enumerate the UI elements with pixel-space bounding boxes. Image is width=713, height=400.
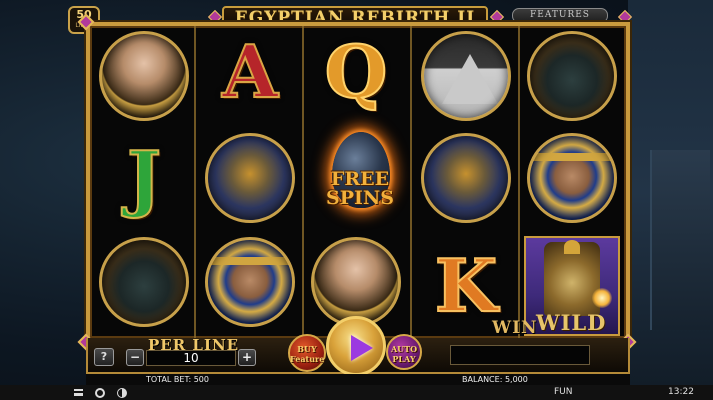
cobra-portrait [421, 133, 511, 223]
system-bar: FUN 13:22 [0, 385, 713, 400]
letter-k: K [434, 243, 499, 328]
symbol-cat [92, 232, 196, 332]
autoplay-button[interactable]: AUTO PLAY [386, 334, 422, 370]
symbol-cleopatra [92, 26, 196, 126]
menu-icon[interactable] [74, 389, 83, 396]
sound-icon[interactable] [95, 388, 105, 398]
cat-portrait [99, 237, 189, 327]
symbol-cobra [414, 128, 518, 228]
free-spins-line2: SPINS [326, 187, 394, 209]
symbol-pyramid [414, 26, 518, 126]
cleopatra-portrait [311, 237, 401, 327]
status-bar: TOTAL BET: 500 BALANCE: 5,000 [86, 374, 630, 385]
background-pillar [650, 150, 710, 330]
cleopatra-portrait [99, 31, 189, 121]
symbol-a: A [198, 22, 302, 122]
letter-a: A [221, 29, 279, 114]
cat-portrait [527, 31, 617, 121]
buy-sublabel: Feature [290, 354, 325, 364]
symbol-free-spins: FREE SPINS [308, 126, 412, 226]
play-icon [351, 335, 373, 361]
symbol-j: J [92, 128, 196, 228]
clock: 13:22 [668, 387, 694, 397]
cobra-portrait [205, 133, 295, 223]
autoplay-label: AUTO [390, 344, 418, 354]
free-spins-label: FREE SPINS [312, 170, 408, 208]
bet-decrease-button[interactable]: − [126, 349, 144, 366]
symbol-cat [520, 26, 624, 126]
win-label: WIN [492, 318, 538, 338]
letter-q: Q [324, 29, 389, 114]
mode-label: FUN [554, 387, 573, 397]
symbol-pharaoh [198, 232, 302, 332]
pyramid-portrait [421, 31, 511, 121]
mummy-icon [544, 240, 600, 316]
symbol-wild: WILD [524, 236, 620, 336]
autoplay-sublabel: PLAY [392, 354, 416, 364]
wild-label: WILD [536, 310, 607, 335]
letter-j: J [126, 135, 162, 220]
win-display [450, 345, 590, 365]
buy-feature-button[interactable]: BUY Feature [288, 334, 326, 372]
balance-text: BALANCE: 5,000 [462, 375, 528, 384]
features-button[interactable]: FEATURES [512, 8, 608, 23]
bet-increase-button[interactable]: + [238, 349, 256, 366]
total-bet-text: TOTAL BET: 500 [146, 375, 209, 384]
symbol-cobra [198, 128, 302, 228]
per-line-value: 10 [146, 350, 236, 366]
symbol-q: Q [304, 22, 408, 122]
help-button[interactable]: ? [94, 348, 114, 366]
glowing-orb-icon [592, 288, 612, 308]
turbo-icon[interactable] [117, 388, 127, 398]
symbol-pharaoh [520, 128, 624, 228]
pharaoh-portrait [527, 133, 617, 223]
pharaoh-portrait [205, 237, 295, 327]
spin-button[interactable] [326, 316, 386, 376]
pyramid-icon [442, 54, 498, 104]
buy-label: BUY [297, 344, 317, 354]
